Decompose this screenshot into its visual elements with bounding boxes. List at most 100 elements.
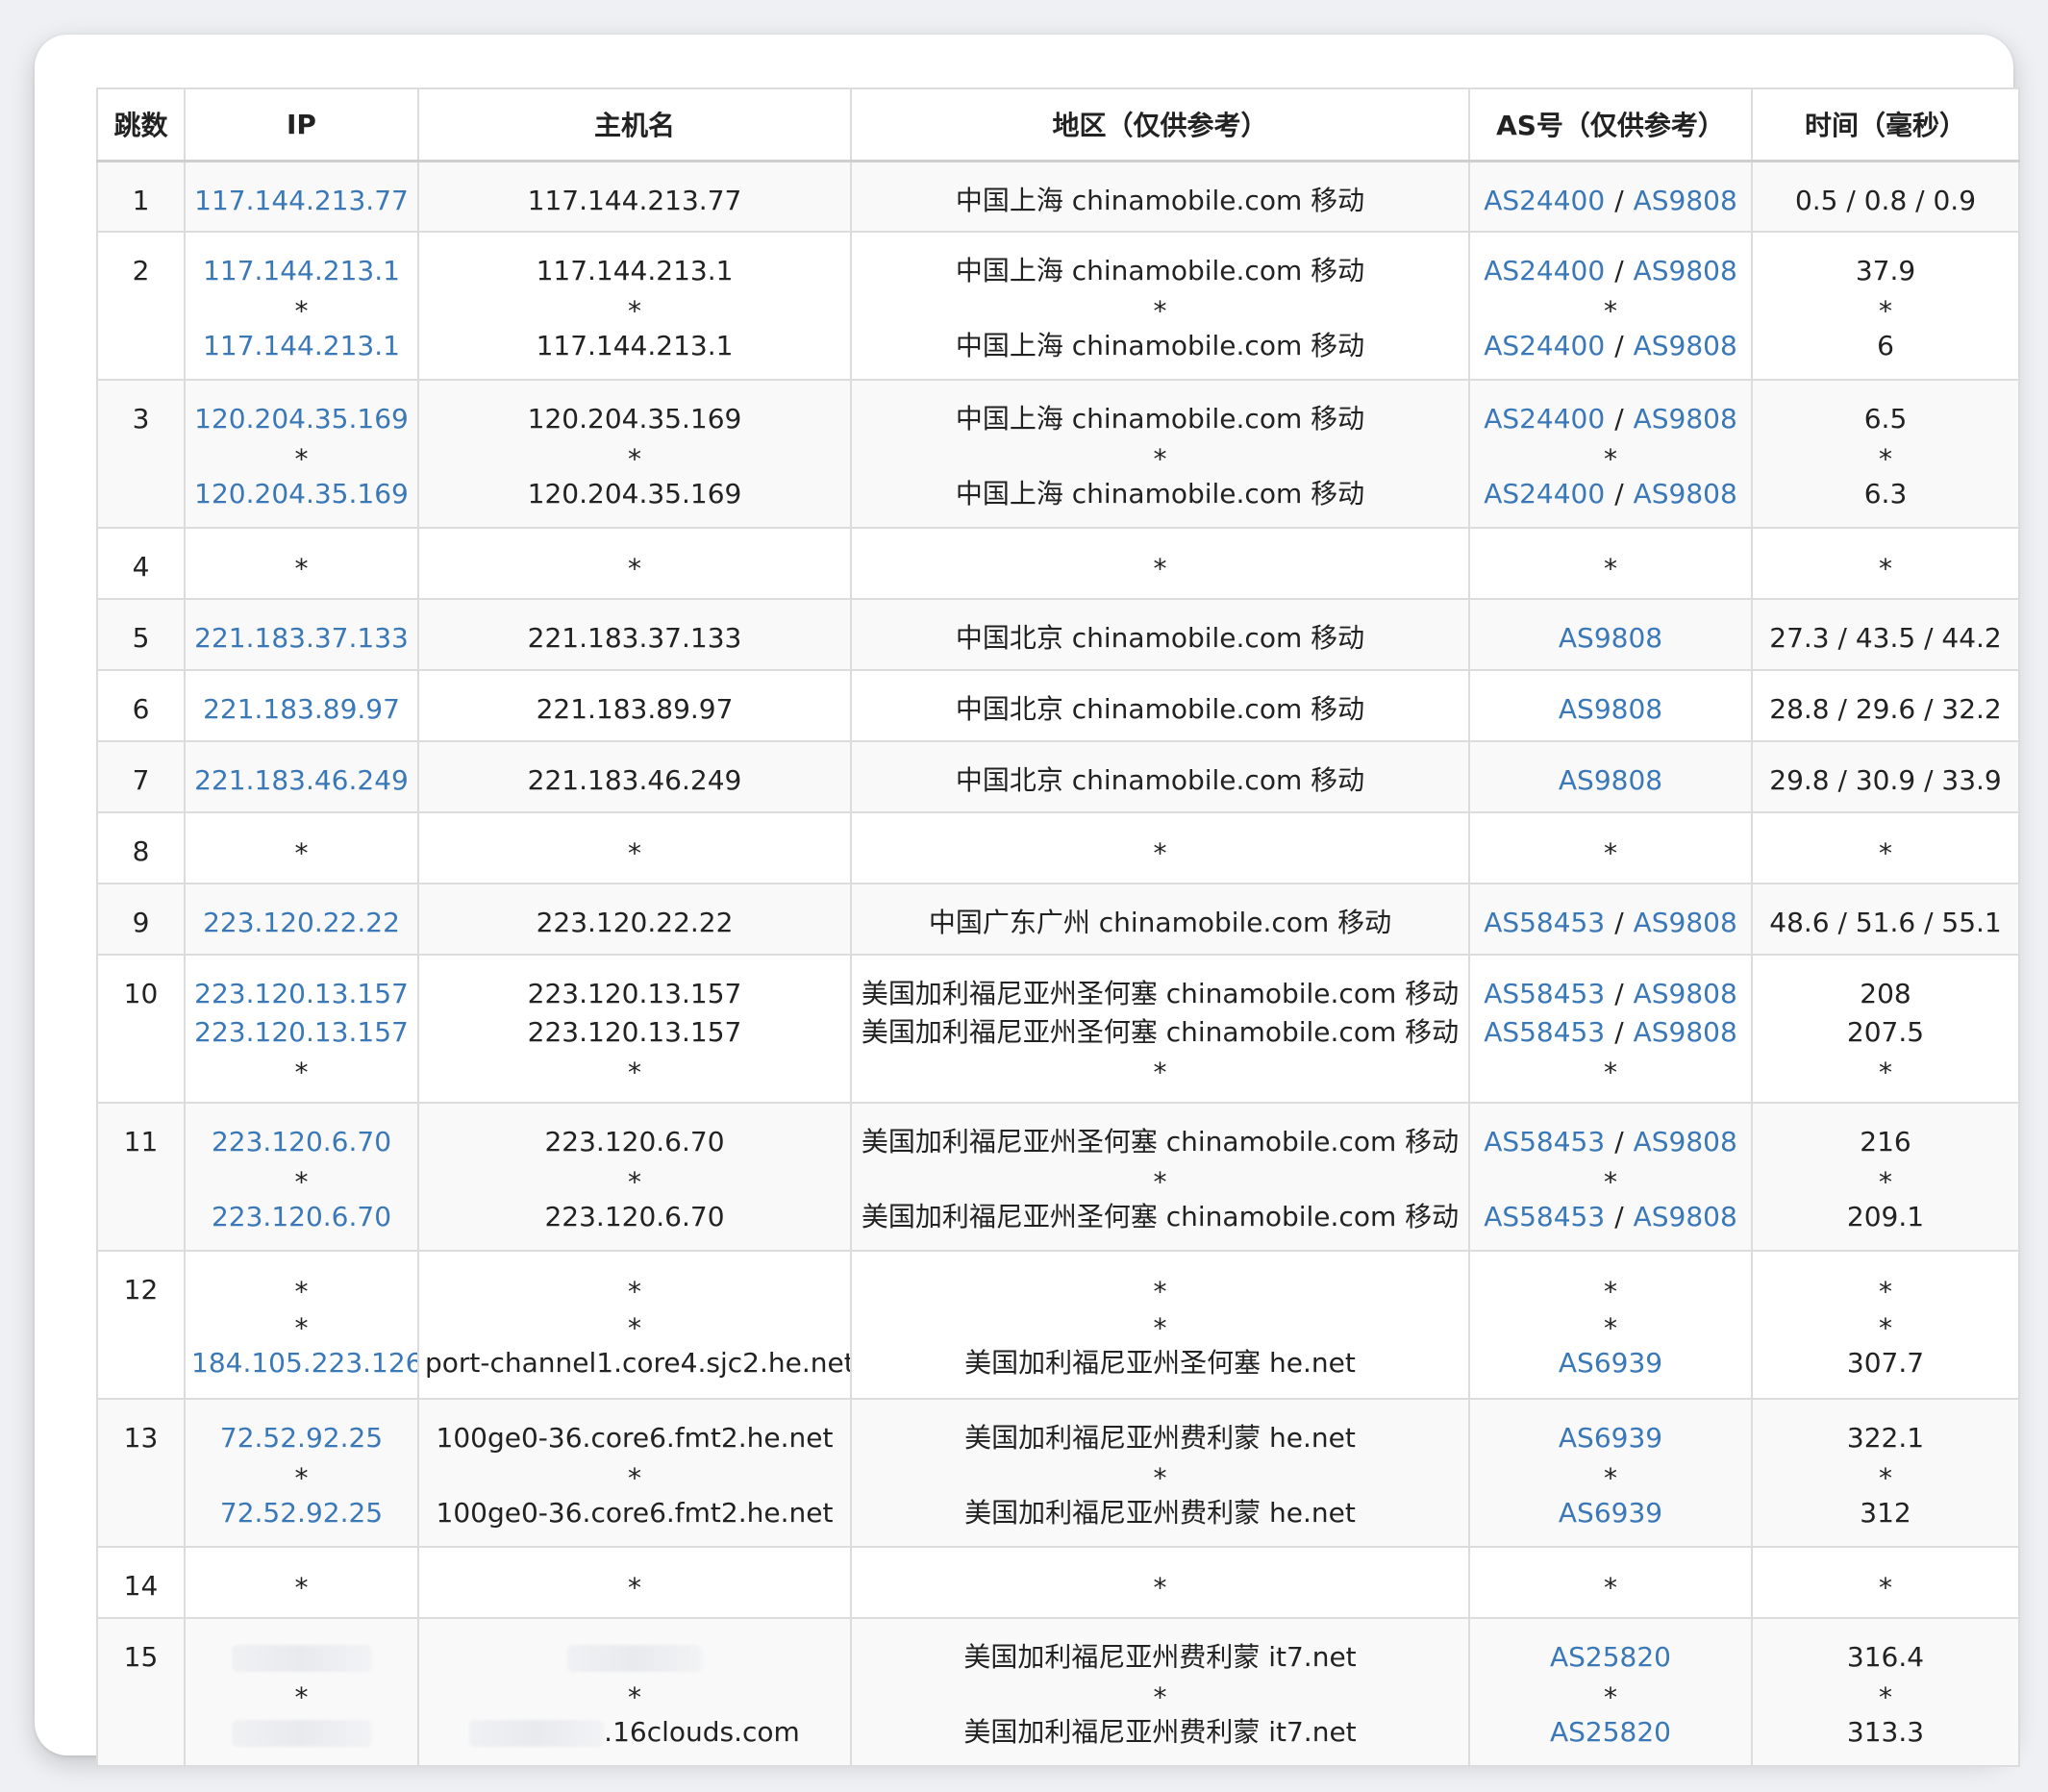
as-separator: /	[1614, 403, 1624, 435]
timeout-marker: *	[628, 1276, 641, 1307]
as-link[interactable]: AS25820	[1550, 1716, 1671, 1748]
as-link[interactable]: AS9808	[1634, 1201, 1737, 1232]
latency-value: 29.8 / 30.9 / 33.9	[1769, 764, 2002, 796]
ip-link[interactable]: 223.120.13.157	[194, 1016, 409, 1048]
hop-number: 11	[123, 1126, 159, 1157]
ip-link[interactable]: 221.183.46.249	[194, 764, 409, 796]
as-cell: AS9808	[1468, 740, 1753, 813]
ip-link[interactable]: 221.183.89.97	[203, 693, 400, 725]
hop-cell: 6	[96, 669, 186, 742]
as-link[interactable]: AS9808	[1634, 403, 1737, 435]
region-text: 美国加利福尼亚州圣何塞 chinamobile.com 移动	[861, 1016, 1460, 1048]
host-cell: 117.144.213.77	[417, 160, 852, 233]
as-link[interactable]: AS24400	[1484, 330, 1605, 361]
as-link[interactable]: AS58453	[1484, 1016, 1605, 1048]
hop-cell: 1	[96, 160, 186, 233]
hop-cell: 10	[96, 954, 186, 1104]
ip-cell: 117.144.213.77	[184, 160, 419, 233]
ip-link[interactable]: 117.144.213.1	[203, 255, 400, 286]
timeout-marker: *	[1604, 1057, 1617, 1088]
as-link[interactable]: AS58453	[1484, 978, 1605, 1009]
as-link[interactable]: AS9808	[1634, 907, 1737, 938]
region-text: 中国北京 chinamobile.com 移动	[955, 693, 1365, 725]
ip-link[interactable]: 223.120.22.22	[203, 907, 400, 938]
ip-link[interactable]: 120.204.35.169	[194, 403, 409, 435]
ip-link[interactable]: 221.183.37.133	[194, 622, 409, 654]
as-link[interactable]: AS6939	[1559, 1497, 1662, 1529]
timeout-marker: *	[628, 1057, 641, 1088]
timeout-marker: *	[1153, 295, 1167, 327]
as-link[interactable]: AS9808	[1559, 693, 1662, 725]
as-link[interactable]: AS9808	[1559, 764, 1662, 796]
as-link[interactable]: AS9808	[1559, 622, 1662, 654]
as-cell: AS24400/AS9808 * AS24400/AS9808	[1468, 379, 1753, 529]
as-link[interactable]: AS24400	[1484, 478, 1605, 510]
hop-cell: 7	[96, 740, 186, 813]
timeout-marker: *	[1153, 553, 1167, 585]
ip-link[interactable]: 72.52.92.25	[220, 1422, 383, 1454]
as-link[interactable]: AS9808	[1634, 330, 1737, 361]
as-link[interactable]: AS24400	[1484, 255, 1605, 286]
time-cell: 29.8 / 30.9 / 33.9	[1751, 740, 2020, 813]
hostname: 117.144.213.77	[527, 184, 742, 216]
host-cell: 117.144.213.1 * 117.144.213.1	[417, 231, 852, 381]
as-link[interactable]: AS6939	[1559, 1347, 1662, 1379]
latency-value: 313.3	[1846, 1716, 1925, 1748]
header-region: 地区（仅供参考）	[850, 87, 1470, 162]
timeout-marker: *	[1604, 553, 1617, 585]
hostname: 223.120.22.22	[536, 907, 734, 938]
as-link[interactable]: AS58453	[1484, 1126, 1605, 1157]
as-link[interactable]: AS58453	[1484, 907, 1605, 938]
ip-link[interactable]: 223.120.13.157	[194, 978, 409, 1009]
host-cell: 223.120.6.70 * 223.120.6.70	[417, 1102, 852, 1252]
as-link[interactable]: AS58453	[1484, 1201, 1605, 1232]
timeout-marker: *	[1604, 1276, 1617, 1307]
timeout-marker: *	[628, 1312, 641, 1344]
timeout-marker: *	[294, 1312, 309, 1344]
ip-link[interactable]: 117.144.213.1	[203, 330, 400, 361]
hostname: port-channel1.core4.sjc2.he.net	[425, 1347, 851, 1379]
hop-number: 14	[123, 1570, 159, 1602]
as-cell: AS24400/AS9808 * AS24400/AS9808	[1468, 231, 1753, 381]
time-cell: 6.5 * 6.3	[1751, 379, 2020, 529]
region-text: 美国加利福尼亚州费利蒙 it7.net	[963, 1716, 1357, 1748]
hop-cell: 13	[96, 1398, 186, 1548]
as-link[interactable]: AS25820	[1550, 1641, 1671, 1673]
time-cell: 0.5 / 0.8 / 0.9	[1751, 160, 2020, 233]
hop-number: 1	[132, 184, 150, 216]
timeout-marker: *	[1153, 837, 1167, 869]
as-link[interactable]: AS9808	[1634, 1016, 1737, 1048]
as-link[interactable]: AS9808	[1634, 478, 1737, 510]
as-link[interactable]: AS9808	[1634, 1126, 1737, 1157]
timeout-marker: *	[1153, 1166, 1167, 1198]
as-link[interactable]: AS6939	[1559, 1422, 1662, 1454]
hostname: 223.120.6.70	[544, 1126, 725, 1157]
as-cell: AS58453 / AS9808 AS58453 / AS9808 *	[1468, 954, 1753, 1104]
hop-cell: 4	[96, 527, 186, 600]
as-cell: *	[1468, 527, 1753, 600]
ip-link[interactable]: 117.144.213.77	[194, 185, 409, 216]
hostname: 223.120.6.70	[544, 1201, 725, 1232]
region-text: 中国广东广州 chinamobile.com 移动	[928, 907, 1392, 938]
ip-link[interactable]: 223.120.6.70	[212, 1201, 391, 1232]
as-link[interactable]: AS9808	[1634, 185, 1737, 216]
ip-cell: 120.204.35.169 * 120.204.35.169	[184, 379, 419, 529]
hop-number: 8	[132, 835, 150, 867]
as-link[interactable]: AS9808	[1634, 255, 1737, 286]
as-link[interactable]: AS24400	[1484, 403, 1605, 435]
timeout-marker: *	[1604, 1681, 1617, 1713]
hostname: 221.183.46.249	[527, 764, 742, 796]
as-separator: /	[1614, 1016, 1624, 1048]
ip-link[interactable]: 184.105.223.126	[191, 1347, 416, 1379]
as-link[interactable]: AS9808	[1634, 978, 1737, 1009]
ip-cell: *	[184, 811, 419, 884]
region-cell: 中国上海 chinamobile.com 移动 * 中国上海 chinamobile…	[850, 379, 1470, 529]
ip-link[interactable]: 120.204.35.169	[194, 478, 409, 510]
as-link[interactable]: AS24400	[1484, 185, 1605, 216]
ip-link[interactable]: 72.52.92.25	[220, 1497, 383, 1529]
time-cell: *	[1751, 1546, 2020, 1619]
ip-link[interactable]: 223.120.6.70	[212, 1126, 391, 1157]
region-cell: 美国加利福尼亚州圣何塞 chinamobile.com 移动 美国加利福尼亚州圣何…	[850, 954, 1470, 1104]
region-cell: 中国北京 chinamobile.com 移动	[850, 669, 1470, 742]
hop-number: 2	[132, 255, 150, 286]
